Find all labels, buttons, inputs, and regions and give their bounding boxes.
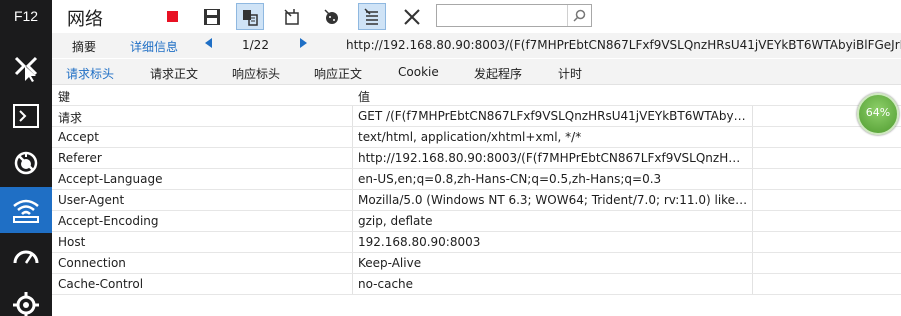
header-value: http://192.168.80.90:8003/(F(f7MHPrEbtCN… bbox=[358, 151, 748, 165]
next-entry-button[interactable] bbox=[299, 37, 308, 52]
header-key: Accept bbox=[58, 130, 99, 144]
refresh-from-server-icon bbox=[243, 9, 258, 26]
header-key: 请求 bbox=[58, 111, 83, 125]
tool-rail: F12 bbox=[0, 0, 52, 316]
header-value: GET /(F(f7MHPrEbtCN867LFxf9VSLQnzHRsU41j… bbox=[358, 109, 748, 123]
clear-cache-icon bbox=[284, 8, 299, 25]
header-value: 192.168.80.90:8003 bbox=[358, 235, 481, 249]
console-icon[interactable] bbox=[0, 93, 52, 139]
header-key: Connection bbox=[58, 256, 126, 270]
value-column-header[interactable]: 值 bbox=[358, 88, 748, 105]
export-button[interactable] bbox=[198, 3, 226, 30]
clear-entries-button[interactable] bbox=[358, 3, 386, 30]
close-icon bbox=[404, 8, 420, 25]
progress-indicator[interactable]: 64% bbox=[857, 93, 901, 135]
header-value: text/html, application/xhtml+xml, */* bbox=[358, 130, 582, 144]
tab-cookie[interactable]: Cookie bbox=[398, 65, 439, 79]
always-refresh-button[interactable] bbox=[236, 3, 264, 30]
clear-cache-button[interactable] bbox=[278, 3, 306, 30]
tab-response-body[interactable]: 响应正文 bbox=[314, 65, 362, 82]
entry-pager: 1/22 bbox=[242, 38, 269, 52]
network-icon[interactable] bbox=[0, 187, 52, 233]
network-toolbar: 网络 bbox=[52, 0, 901, 33]
tab-response-headers[interactable]: 响应标头 bbox=[232, 65, 280, 82]
tab-timing[interactable]: 计时 bbox=[558, 65, 582, 82]
stop-recording-button[interactable] bbox=[158, 3, 186, 30]
summary-bar: 摘要 详细信息 1/22 http://192.168.80.90:8003/(… bbox=[52, 33, 901, 58]
f12-label: F12 bbox=[13, 8, 39, 24]
header-key: Accept-Language bbox=[58, 172, 163, 186]
panel-title: 网络 bbox=[67, 9, 103, 30]
debugger-icon[interactable] bbox=[0, 140, 52, 186]
headers-table: 键 值 请求 GET /(F(f7MHPrEbtCN867LFxf9VSLQnz… bbox=[52, 85, 901, 316]
tab-initiator[interactable]: 发起程序 bbox=[474, 65, 522, 82]
progress-percent: 64% bbox=[865, 106, 891, 119]
search-input[interactable] bbox=[437, 5, 567, 26]
table-row[interactable]: Accept-Language en-US,en;q=0.8,zh-Hans-C… bbox=[52, 169, 901, 190]
performance-icon[interactable] bbox=[0, 234, 52, 280]
table-row[interactable]: User-Agent Mozilla/5.0 (Windows NT 6.3; … bbox=[52, 190, 901, 211]
header-key: Host bbox=[58, 235, 86, 249]
close-button[interactable] bbox=[398, 3, 426, 30]
settings-icon[interactable] bbox=[0, 282, 52, 316]
table-row[interactable]: Accept-Encoding gzip, deflate bbox=[52, 211, 901, 232]
search-icon[interactable] bbox=[567, 5, 591, 26]
detail-tabs: 请求标头 请求正文 响应标头 响应正文 Cookie 发起程序 计时 bbox=[52, 59, 901, 85]
table-row[interactable]: Host 192.168.80.90:8003 bbox=[52, 232, 901, 253]
table-row[interactable]: Accept text/html, application/xhtml+xml,… bbox=[52, 127, 901, 148]
chevron-right-icon bbox=[300, 38, 307, 48]
header-key: Referer bbox=[58, 151, 102, 165]
request-url: http://192.168.80.90:8003/(F(f7MHPrEbtCN… bbox=[346, 38, 901, 52]
clear-entries-icon bbox=[364, 7, 378, 25]
header-key: User-Agent bbox=[58, 193, 125, 207]
previous-entry-button[interactable] bbox=[204, 37, 213, 52]
summary-tab[interactable]: 摘要 bbox=[72, 38, 96, 55]
header-value: gzip, deflate bbox=[358, 214, 433, 228]
tab-request-body[interactable]: 请求正文 bbox=[150, 65, 198, 82]
table-row[interactable]: Cache-Control no-cache bbox=[52, 274, 901, 295]
tab-request-headers[interactable]: 请求标头 bbox=[66, 65, 114, 82]
header-value: en-US,en;q=0.8,zh-Hans-CN;q=0.5,zh-Hans;… bbox=[358, 172, 662, 186]
key-column-header[interactable]: 键 bbox=[58, 88, 70, 105]
search-box bbox=[436, 4, 592, 27]
stop-icon bbox=[166, 11, 178, 22]
header-value: no-cache bbox=[358, 277, 414, 291]
table-header: 键 值 bbox=[52, 85, 901, 106]
details-tab[interactable]: 详细信息 bbox=[130, 38, 178, 55]
header-key: Cache-Control bbox=[58, 277, 144, 291]
save-icon bbox=[204, 8, 220, 25]
clear-cookies-icon bbox=[324, 8, 338, 24]
header-value: Mozilla/5.0 (Windows NT 6.3; WOW64; Trid… bbox=[358, 193, 748, 207]
table-row[interactable]: Referer http://192.168.80.90:8003/(F(f7M… bbox=[52, 148, 901, 169]
header-key: Accept-Encoding bbox=[58, 214, 159, 228]
table-row[interactable]: 请求 GET /(F(f7MHPrEbtCN867LFxf9VSLQnzHRsU… bbox=[52, 106, 901, 127]
dom-explorer-icon[interactable] bbox=[0, 45, 52, 91]
clear-cookies-button[interactable] bbox=[318, 3, 346, 30]
header-value: Keep-Alive bbox=[358, 256, 422, 270]
table-row[interactable]: Connection Keep-Alive bbox=[52, 253, 901, 274]
chevron-left-icon bbox=[205, 38, 212, 48]
